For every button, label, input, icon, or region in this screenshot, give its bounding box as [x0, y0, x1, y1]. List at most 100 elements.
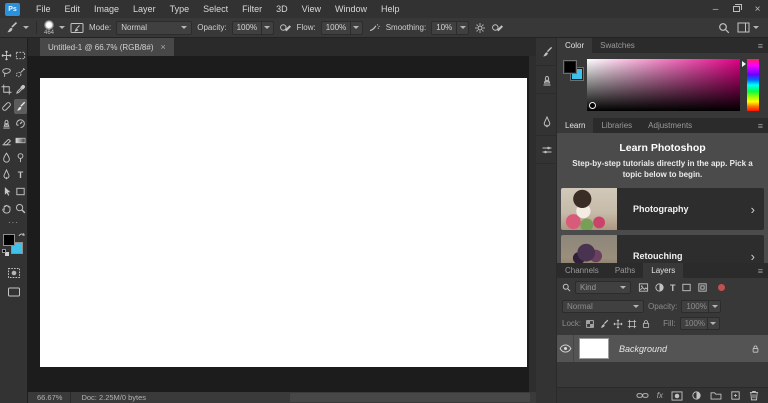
- swap-colors-icon[interactable]: [18, 231, 26, 238]
- lock-all-icon[interactable]: [641, 319, 651, 329]
- hue-slider[interactable]: [747, 59, 759, 111]
- lasso-tool[interactable]: [0, 65, 13, 80]
- document-tab-close-icon[interactable]: ×: [161, 42, 166, 52]
- blend-mode-select[interactable]: Normal: [116, 20, 193, 35]
- opacity-select[interactable]: 100%: [231, 20, 274, 35]
- layer-filter-kind-select[interactable]: Kind: [575, 281, 631, 294]
- learn-topic-retouching[interactable]: Retouching ›: [561, 235, 764, 263]
- vertical-scrollbar[interactable]: [529, 56, 536, 392]
- gradient-tool[interactable]: [14, 133, 27, 148]
- dodge-tool[interactable]: [14, 150, 27, 165]
- menu-edit[interactable]: Edit: [58, 0, 88, 18]
- learn-panel-menu-icon[interactable]: ≡: [758, 118, 768, 133]
- tab-channels[interactable]: Channels: [557, 263, 607, 278]
- eyedropper-tool[interactable]: [14, 82, 27, 97]
- tab-adjustments[interactable]: Adjustments: [640, 118, 700, 133]
- color-panel-menu-icon[interactable]: ≡: [758, 38, 768, 53]
- marquee-tool[interactable]: [14, 48, 27, 63]
- tab-learn[interactable]: Learn: [557, 118, 594, 133]
- new-group-folder-icon[interactable]: [710, 391, 722, 400]
- menu-file[interactable]: File: [29, 0, 58, 18]
- tab-paths[interactable]: Paths: [607, 263, 643, 278]
- tab-layers[interactable]: Layers: [643, 263, 684, 278]
- smoothing-options-gear-icon[interactable]: [474, 22, 486, 34]
- new-layer-icon[interactable]: [730, 390, 741, 401]
- opacity-pressure-icon[interactable]: [279, 22, 292, 33]
- zoom-level-field[interactable]: 66.67%: [37, 392, 72, 403]
- brush-tool[interactable]: [14, 99, 27, 114]
- layer-row-background[interactable]: Background: [557, 335, 768, 362]
- filter-type-layers-icon[interactable]: T: [670, 283, 676, 293]
- lock-position-icon[interactable]: [613, 319, 623, 329]
- learn-topic-photography[interactable]: Photography ›: [561, 188, 764, 230]
- shape-tool[interactable]: [14, 184, 27, 199]
- path-selection-tool[interactable]: [0, 184, 13, 199]
- menu-help[interactable]: Help: [374, 0, 407, 18]
- brush-preset-picker[interactable]: 464: [44, 19, 54, 36]
- canvas[interactable]: [40, 78, 527, 367]
- size-pressure-icon[interactable]: [491, 22, 504, 33]
- layers-panel-menu-icon[interactable]: ≡: [758, 263, 768, 278]
- menu-view[interactable]: View: [295, 0, 328, 18]
- eraser-tool[interactable]: [0, 133, 13, 148]
- history-brush-tool[interactable]: [14, 116, 27, 131]
- layers-blend-mode-select[interactable]: Normal: [562, 299, 644, 313]
- layer-filtering-toggle[interactable]: [717, 284, 725, 291]
- lock-paint-icon[interactable]: [599, 319, 609, 329]
- clone-source-panel-icon[interactable]: [536, 108, 557, 136]
- flow-select[interactable]: 100%: [320, 20, 363, 35]
- close-button[interactable]: ×: [747, 0, 768, 18]
- delete-layer-trash-icon[interactable]: [749, 390, 759, 401]
- brush-settings-panel-icon[interactable]: [536, 66, 557, 94]
- menu-type[interactable]: Type: [163, 0, 197, 18]
- brush-preset-caret[interactable]: [23, 26, 29, 29]
- move-tool[interactable]: [0, 48, 13, 63]
- screen-mode-icon[interactable]: [7, 286, 21, 298]
- tool-presets-panel-icon[interactable]: [536, 136, 557, 164]
- healing-brush-tool[interactable]: [0, 99, 13, 114]
- add-layer-mask-icon[interactable]: [671, 390, 683, 401]
- layer-style-fx-icon[interactable]: fx: [657, 391, 663, 400]
- filter-pixel-layers-icon[interactable]: [638, 282, 649, 293]
- edit-toolbar-ellipsis[interactable]: ···: [8, 219, 19, 227]
- zoom-tool[interactable]: [14, 201, 27, 216]
- clone-stamp-tool[interactable]: [0, 116, 13, 131]
- crop-tool[interactable]: [0, 82, 13, 97]
- menu-select[interactable]: Select: [196, 0, 235, 18]
- layer-visibility-eye-icon[interactable]: [557, 335, 574, 362]
- menu-image[interactable]: Image: [87, 0, 126, 18]
- link-layers-icon[interactable]: [636, 391, 649, 400]
- layer-thumbnail[interactable]: [579, 338, 609, 359]
- restore-button[interactable]: [726, 0, 747, 18]
- type-tool[interactable]: T: [14, 167, 27, 182]
- blur-tool[interactable]: [0, 150, 13, 165]
- smoothing-select[interactable]: 10%: [431, 20, 470, 35]
- layers-opacity-select[interactable]: 100%: [681, 299, 722, 313]
- search-icon[interactable]: [718, 22, 730, 34]
- hue-slider-arrow[interactable]: [742, 61, 746, 67]
- filter-adjustment-layers-icon[interactable]: [654, 282, 665, 293]
- saturation-brightness-field[interactable]: [587, 59, 740, 111]
- tab-color[interactable]: Color: [557, 38, 593, 53]
- brush-tool-icon[interactable]: [5, 21, 18, 34]
- pen-tool[interactable]: [0, 167, 13, 182]
- color-panel-foreground-swatch[interactable]: [563, 60, 577, 74]
- horizontal-scrollbar[interactable]: [290, 393, 530, 402]
- menu-3d[interactable]: 3D: [269, 0, 295, 18]
- minimize-button[interactable]: –: [705, 0, 726, 18]
- tab-libraries[interactable]: Libraries: [593, 118, 640, 133]
- fill-select[interactable]: 100%: [679, 317, 720, 330]
- quick-mask-icon[interactable]: [7, 267, 21, 279]
- hand-tool[interactable]: [0, 201, 13, 216]
- lock-transparency-icon[interactable]: [585, 319, 595, 329]
- filter-shape-layers-icon[interactable]: [681, 282, 692, 293]
- airbrush-icon[interactable]: [368, 22, 381, 34]
- workspace-switcher-icon[interactable]: [737, 22, 759, 33]
- default-colors-icon[interactable]: [2, 249, 9, 256]
- document-tab[interactable]: Untitled-1 @ 66.7% (RGB/8#) ×: [40, 38, 174, 56]
- foreground-color-swatch[interactable]: [3, 234, 15, 246]
- menu-layer[interactable]: Layer: [126, 0, 163, 18]
- lock-artboard-icon[interactable]: [627, 319, 637, 329]
- quick-selection-tool[interactable]: [14, 65, 27, 80]
- new-adjustment-layer-icon[interactable]: [691, 390, 702, 401]
